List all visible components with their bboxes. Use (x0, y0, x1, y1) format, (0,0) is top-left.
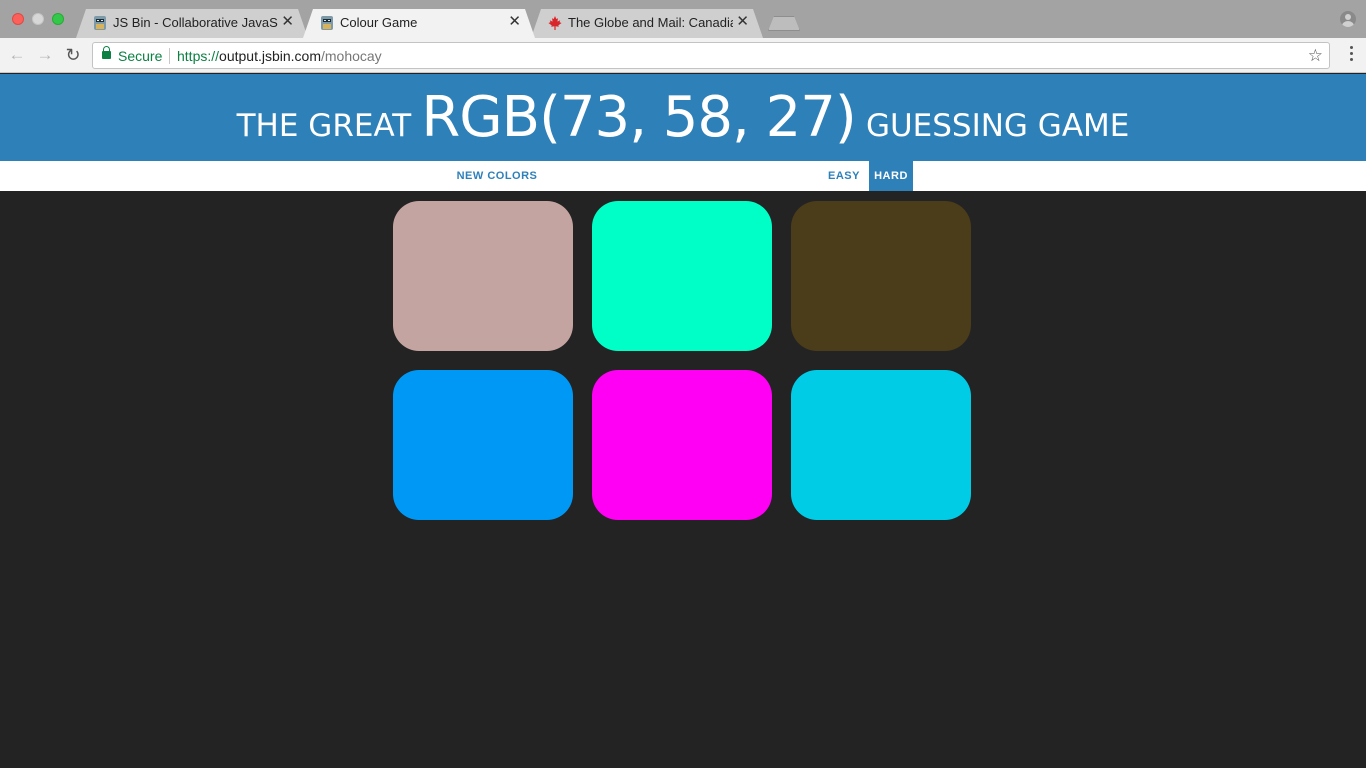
jsbin-icon (321, 16, 333, 30)
url-scheme: https:// (177, 48, 220, 64)
title-prefix: THE GREAT (236, 108, 412, 144)
new-tab-button[interactable] (768, 16, 800, 31)
secure-label: Secure (118, 48, 163, 64)
maximize-window-button[interactable] (52, 13, 64, 25)
browser-toolbar: ← → ↻ Secure https://output.jsbin.com/mo… (0, 38, 1366, 73)
title-suffix: GUESSING GAME (865, 108, 1130, 144)
hard-mode-button[interactable]: HARD (869, 161, 913, 191)
minimize-window-button[interactable] (32, 13, 44, 25)
tab-close-icon[interactable]: ✕ (508, 13, 521, 31)
profile-icon[interactable] (1340, 11, 1356, 27)
easy-mode-button[interactable]: EASY (820, 161, 868, 191)
lock-icon (102, 46, 111, 59)
tab-title: JS Bin - Collaborative JavaScript Debugg… (113, 15, 278, 30)
tab-title: Colour Game (340, 15, 418, 30)
page-title: THE GREAT RGB(73, 58, 27) GUESSING GAME (0, 74, 1366, 170)
color-square[interactable] (791, 201, 971, 351)
tab-close-icon[interactable]: ✕ (281, 13, 294, 31)
address-bar[interactable]: Secure https://output.jsbin.com/mohocay … (92, 42, 1330, 69)
color-square[interactable] (393, 201, 573, 351)
tab-close-icon[interactable]: ✕ (736, 13, 749, 31)
url-text[interactable]: https://output.jsbin.com/mohocay (177, 47, 382, 65)
bookmark-star-icon[interactable]: ☆ (1308, 46, 1323, 66)
color-square[interactable] (791, 370, 971, 520)
color-display: RGB(73, 58, 27) (421, 85, 856, 150)
tab-globe-and-mail[interactable]: The Globe and Mail: Canadian, World, Pol… (531, 9, 763, 38)
tab-colour-game[interactable]: Colour Game ✕ (303, 9, 535, 38)
new-colors-button[interactable]: NEW COLORS (445, 161, 549, 191)
reload-icon[interactable]: ↻ (62, 44, 84, 66)
browser-tab-strip: JS Bin - Collaborative JavaScript Debugg… (0, 0, 1366, 38)
color-square[interactable] (592, 370, 772, 520)
forward-arrow-icon[interactable]: → (34, 44, 56, 66)
tab-title: The Globe and Mail: Canadian, World, Pol… (568, 15, 733, 30)
jsbin-icon (94, 16, 106, 30)
controls-stripe: NEW COLORS EASY HARD (0, 161, 1366, 191)
tab-jsbin[interactable]: JS Bin - Collaborative JavaScript Debugg… (76, 9, 308, 38)
close-window-button[interactable] (12, 13, 24, 25)
maple-leaf-icon (548, 16, 562, 30)
url-host: output.jsbin.com (219, 48, 321, 64)
color-square[interactable] (393, 370, 573, 520)
color-square[interactable] (592, 201, 772, 351)
url-path: /mohocay (320, 48, 382, 64)
divider (169, 48, 170, 64)
game-header: THE GREAT RGB(73, 58, 27) GUESSING GAME (0, 74, 1366, 161)
more-menu-icon[interactable] (1350, 46, 1354, 64)
back-arrow-icon[interactable]: ← (6, 44, 28, 66)
